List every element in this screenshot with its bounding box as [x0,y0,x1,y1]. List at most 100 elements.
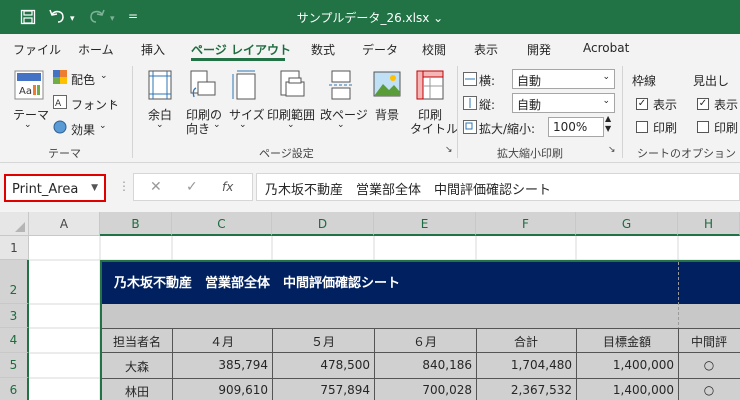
scale-group-label: 拡大縮小印刷 [497,147,563,160]
cell-total[interactable]: 1,704,480 [476,358,576,372]
select-all-icon [15,222,25,232]
tab-data[interactable]: データ [362,41,398,58]
row-header-6[interactable]: 6 [0,378,29,400]
cancel-icon[interactable]: ✕ [150,179,162,195]
cell-mid-eval[interactable]: ○ [678,383,740,397]
orientation-dropdown-icon: ⌄ [213,120,221,130]
background-icon [373,71,401,97]
height-label: 縦: [479,98,496,112]
tab-developer[interactable]: 開発 [527,41,551,58]
cell-april[interactable]: 385,794 [172,358,272,372]
gridlines-print-label: 印刷 [653,121,678,135]
sheet-title: 乃木坂不動産 営業部全体 中間評価確認シート [114,276,401,291]
cell-april[interactable]: 909,610 [172,383,272,397]
headings-view-checkbox[interactable]: ✓ [697,98,709,110]
gridlines-print-checkbox[interactable] [636,121,648,133]
column-header-g[interactable]: G [576,212,678,236]
row-header-2[interactable]: 2 [0,260,29,304]
height-icon [463,96,477,110]
theme-group-label: テーマ [48,147,81,160]
width-label: 横: [479,74,496,88]
cell-target[interactable]: 1,400,000 [576,358,678,372]
height-dropdown[interactable]: 自動 ⌄ [512,93,615,113]
column-header-b[interactable]: B [100,212,172,236]
scale-label: 拡大/縮小: [479,122,536,136]
name-box[interactable]: Print_Area ▼ [4,174,106,202]
group-divider [622,66,623,158]
themes-dropdown-icon: ⌄ [24,120,32,130]
fonts-icon: A [53,95,67,109]
orientation-icon [190,70,216,98]
worksheet-grid[interactable]: A B C D E F G H 1 2 3 4 5 6 乃木坂不動産 営業部全体… [0,212,740,400]
width-dropdown[interactable]: 自動 ⌄ [512,69,615,89]
fonts-dropdown-icon: ⌄ [110,96,118,106]
size-icon [232,70,256,100]
margins-icon [148,70,172,100]
gridlines-view-label: 表示 [653,98,678,112]
column-header-a[interactable]: A [29,212,100,236]
row-header-4[interactable]: 4 [0,328,29,353]
tab-insert[interactable]: 挿入 [141,41,165,58]
svg-text:Aa: Aa [19,86,32,97]
svg-text:A: A [55,99,62,109]
filename-dropdown-icon: ⌄ [433,11,444,25]
cell-may[interactable]: 757,894 [272,383,374,397]
tab-acrobat[interactable]: Acrobat [583,41,629,55]
print-area-dropdown-icon: ⌄ [287,120,295,130]
formula-input[interactable]: 乃木坂不動産 営業部全体 中間評価確認シート [256,173,740,201]
row-header-3[interactable]: 3 [0,304,29,328]
group-divider [132,66,133,158]
column-header-h[interactable]: H [678,212,740,236]
headings-heading: 見出し [693,74,730,88]
colors-dropdown-icon: ⌄ [100,71,108,81]
headings-print-label: 印刷 [714,121,739,135]
headings-print-checkbox[interactable] [697,121,709,133]
chevron-down-icon: ⌄ [602,72,610,82]
page-setup-launcher-icon[interactable]: ↘ [445,145,453,155]
cell-person[interactable]: 大森 [102,358,172,375]
tab-page-layout[interactable]: ページ レイアウト [191,41,291,58]
page-setup-group-label: ページ設定 [259,147,314,160]
print-titles-icon [416,70,444,100]
cell-june[interactable]: 700,028 [374,383,476,397]
formula-bar: Print_Area ▼ ⋮ ✕ ✓ fx 乃木坂不動産 営業部全体 中間評価確… [0,162,740,212]
tab-view[interactable]: 表示 [474,41,498,58]
cell-june[interactable]: 840,186 [374,358,476,372]
active-tab-indicator [191,58,285,61]
cell-person[interactable]: 林田 [102,383,172,400]
sheet-options-group-label: シートのオプション [637,147,736,160]
breaks-icon [329,70,353,100]
name-box-dropdown-icon[interactable]: ▼ [91,183,98,193]
width-icon [463,72,477,86]
row-header-5[interactable]: 5 [0,353,29,378]
cell-total[interactable]: 2,367,532 [476,383,576,397]
chevron-down-icon: ⌄ [602,96,610,106]
enter-icon[interactable]: ✓ [186,179,198,195]
tab-file[interactable]: ファイル [13,41,61,58]
row-3-fill [102,304,740,328]
cell-mid-eval[interactable]: ○ [678,358,740,372]
ribbon: Aa テーマ ⌄ 配色 ⌄ A フォント ⌄ 効果 ⌄ テーマ 余白 ⌄ 印刷の… [0,62,740,162]
tab-home[interactable]: ホーム [78,41,114,58]
insert-function-icon[interactable]: fx [222,180,233,194]
tab-review[interactable]: 校閲 [422,41,446,58]
window-title[interactable]: サンプルデータ_26.xlsx ⌄ [0,9,740,26]
scale-launcher-icon[interactable]: ↘ [608,145,616,155]
gridlines-view-checkbox[interactable]: ✓ [636,98,648,110]
formula-bar-grip-icon: ⋮ [118,179,130,193]
scale-input[interactable]: 100% [548,117,604,137]
cell-target[interactable]: 1,400,000 [576,383,678,397]
themes-icon: Aa [14,70,44,100]
scale-spinner-icon[interactable]: ▲ ▼ [605,114,611,134]
select-all-corner[interactable] [0,212,29,236]
column-header-f[interactable]: F [476,212,576,236]
column-header-e[interactable]: E [374,212,476,236]
cell-may[interactable]: 478,500 [272,358,374,372]
formula-buttons: ✕ ✓ fx [133,173,253,201]
breaks-dropdown-icon: ⌄ [337,120,345,130]
tab-formulas[interactable]: 数式 [311,41,335,58]
group-divider [457,66,458,158]
row-header-1[interactable]: 1 [0,236,29,260]
column-header-c[interactable]: C [172,212,272,236]
column-header-d[interactable]: D [272,212,374,236]
